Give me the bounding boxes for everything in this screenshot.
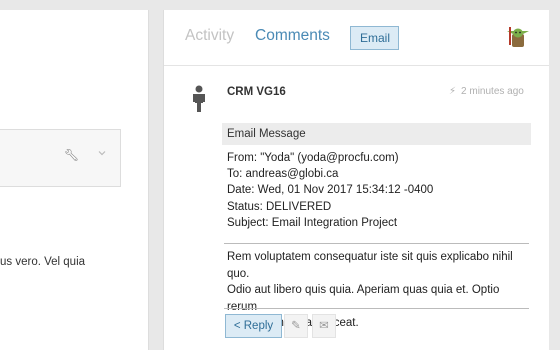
email-body-line: Odio aut libero quis quia. Aperiam quas … — [227, 284, 500, 313]
avatar[interactable] — [507, 25, 529, 49]
pencil-icon: ✎ — [291, 320, 301, 332]
email-date: Date: Wed, 01 Nov 2017 15:34:12 -0400 — [227, 184, 434, 197]
divider — [224, 308, 529, 309]
timestamp-text: 2 minutes ago — [461, 86, 524, 97]
email-status: Status: DELIVERED — [227, 200, 332, 213]
entry-title: CRM VG16 — [227, 86, 286, 98]
person-icon — [193, 85, 205, 112]
tab-comments[interactable]: Comments — [255, 27, 330, 45]
activity-panel: Activity Comments Email CRM VG16 ⚡︎ 2 min… — [163, 10, 549, 350]
tab-bar: Activity Comments Email — [164, 10, 549, 66]
email-from: From: "Yoda" (yoda@procfu.com) — [227, 152, 399, 164]
wrench-icon[interactable]: 🔧︎ — [64, 148, 79, 162]
timestamp: ⚡︎ 2 minutes ago — [449, 86, 524, 97]
email-to: To: andreas@globi.ca — [227, 168, 339, 181]
email-meta: From: "Yoda" (yoda@procfu.com) To: andre… — [227, 150, 433, 231]
email-message-header: Email Message — [222, 123, 531, 145]
lightning-icon: ⚡︎ — [449, 86, 457, 97]
reply-button[interactable]: < Reply — [225, 314, 282, 338]
tab-activity[interactable]: Activity — [185, 27, 234, 45]
edit-button[interactable]: ✎ — [284, 314, 308, 338]
forward-email-button[interactable]: ✉︎ — [312, 314, 336, 338]
envelope-icon: ✉︎ — [319, 320, 329, 332]
email-subject: Subject: Email Integration Project — [227, 216, 398, 229]
divider — [224, 243, 529, 244]
left-field-box[interactable]: 🔧︎ — [0, 129, 121, 187]
chevron-down-icon[interactable] — [98, 149, 106, 157]
email-body-line: Rem voluptatem consequatur iste sit quis… — [227, 251, 513, 280]
left-text: us vero. Vel quia — [0, 256, 86, 268]
left-panel: 🔧︎ us vero. Vel quia — [0, 10, 149, 350]
tab-email[interactable]: Email — [350, 26, 400, 50]
